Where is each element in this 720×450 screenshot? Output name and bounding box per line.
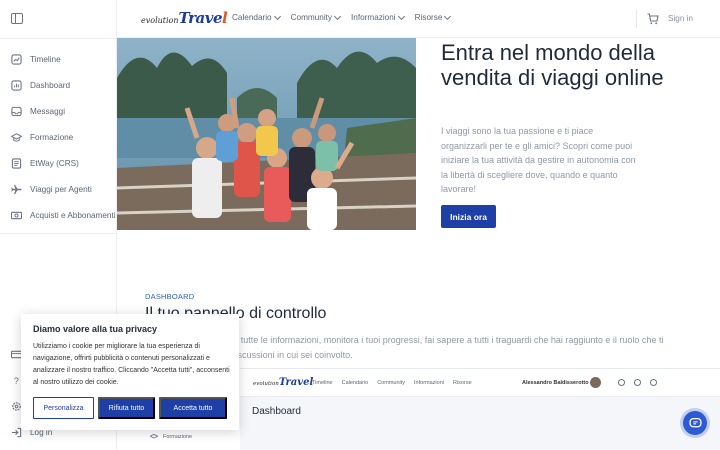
sidebar-item-label: Messaggi [30,106,66,116]
sidebar-item-label: EtWay (CRS) [30,158,79,168]
messages-icon [11,106,22,116]
preview-menu: Timeline Calendario Community Informazio… [312,380,472,386]
preview-menu-item: Community [377,380,406,386]
preview-menu-item: Calendario [341,380,369,386]
hero-image [117,38,416,230]
menu-calendario[interactable]: Calendario [232,12,281,22]
preview-page-title: Dashboard [252,406,301,417]
sidebar-item-label: Timeline [30,54,61,64]
money-icon [11,211,22,219]
sidebar-item-label: Viaggi per Agenti [30,184,92,194]
cookie-title: Diamo valore alla tua privacy [33,324,158,334]
brand-logo[interactable]: evolution Travel [141,9,228,27]
section-eyebrow: DASHBOARD [145,292,195,301]
sidebar-toggle-icon[interactable] [11,13,23,24]
avatar [590,377,601,388]
preview-menu-item: Informazioni [414,380,444,386]
chevron-down-icon [273,12,281,20]
sidebar-item-viaggi[interactable]: Viaggi per Agenti [11,181,92,197]
menu-label: Informazioni [351,13,396,22]
preview-menu-item: Risorse [452,380,472,386]
sidebar-item-dashboard[interactable]: Dashboard [11,77,70,93]
top-navbar: evolution Travel Calendario Community In… [117,0,720,38]
search-icon [618,379,625,386]
bell-icon [650,379,657,386]
dashboard-preview-image: evolution Travel Timeline Calendario Com… [240,368,720,450]
timeline-icon [11,53,22,65]
preview-menu-item: Timeline [312,380,333,386]
preview-logo-big: Travel [278,377,314,388]
start-now-button[interactable]: Inizia ora [441,205,496,228]
dashboard-icon [11,79,22,91]
chevron-down-icon [397,12,405,20]
cookie-consent-banner: Diamo valore alla tua privacy Utilizziam… [21,314,239,430]
graduation-cap-icon [150,433,158,439]
cookie-text: Utilizziamo i cookie per migliorare la t… [33,343,230,386]
menu-label: Risorse [414,13,443,22]
svg-text:?: ? [14,376,19,386]
sidebar-item-messaggi[interactable]: Messaggi [11,103,65,119]
menu-informazioni[interactable]: Informazioni [351,12,405,22]
chevron-down-icon [333,12,342,20]
sidebar-divider [0,233,117,234]
cart-icon[interactable] [647,13,659,25]
logo-small-text: evolution [141,16,179,25]
preview-logo: evolution Travel [253,377,313,388]
plane-icon [11,184,22,194]
preview-sidebar-item: Formazione [150,433,192,441]
sidebar-item-formazione[interactable]: Formazione [11,129,73,145]
chevron-down-icon [444,12,452,20]
menu-community[interactable]: Community [290,12,342,22]
hero-description: I viaggi sono la tua passione e ti piace… [441,126,636,194]
logo-big-text: Travel [179,9,228,27]
sidebar-item-etway[interactable]: EtWay (CRS) [11,155,79,171]
menu-label: Calendario [232,13,272,22]
cart-icon [634,379,641,386]
nav-divider [636,10,637,28]
sidebar-divider [0,38,117,39]
customize-cookies-button[interactable]: Personalizza [33,397,94,419]
preview-sidebar-label: Formazione [163,434,193,440]
sidebar-item-timeline[interactable]: Timeline [11,51,61,67]
chat-icon [688,417,702,427]
sidebar-item-label: Acquisti e Abbonamenti [30,210,116,220]
sidebar-item-acquisti[interactable]: Acquisti e Abbonamenti [11,207,116,223]
menu-label: Community [290,13,333,22]
reject-all-button[interactable]: Rifiuta tutto [98,397,155,419]
sidebar-item-label: Formazione [30,132,74,142]
preview-icons [618,379,657,386]
menu-risorse[interactable]: Risorse [414,12,452,22]
preview-logo-small: evolution [253,381,279,387]
graduation-cap-icon [11,132,22,142]
sidebar-item-label: Dashboard [30,80,71,90]
preview-navbar: evolution Travel Timeline Calendario Com… [240,369,720,397]
signin-link[interactable]: Sign in [668,14,693,23]
chat-button[interactable] [683,411,707,435]
logo-big-a: Trave [178,9,223,27]
accept-all-button[interactable]: Accetta tutto [159,397,227,419]
preview-user-name: Alessandro Baldisserotto [522,380,589,386]
logo-big-b: l [221,9,228,27]
hero-title: Entra nel mondo della vendita di viaggi … [441,40,664,90]
document-icon [11,157,22,169]
main-menu: Calendario Community Informazioni Risors… [232,12,452,22]
